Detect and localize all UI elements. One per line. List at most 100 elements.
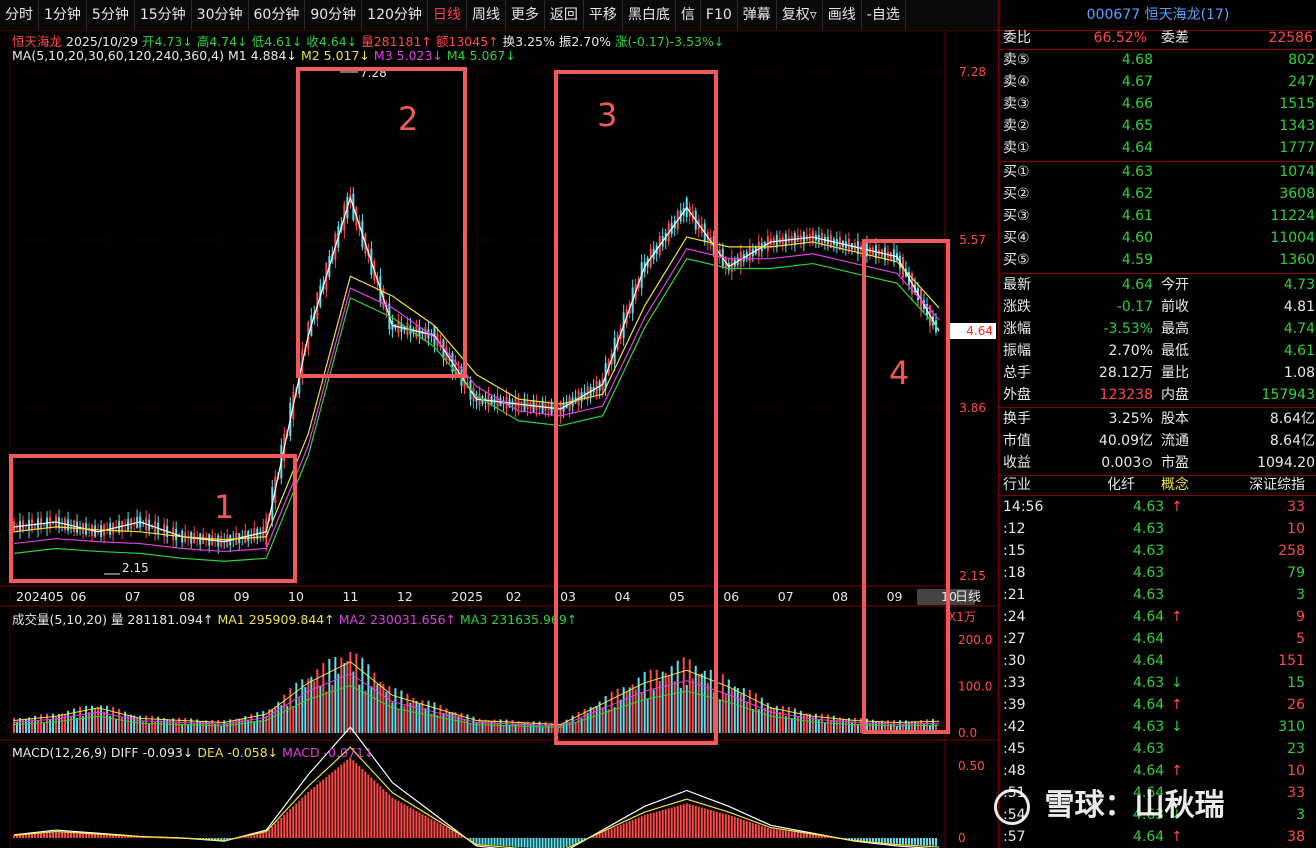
macd-bar bbox=[73, 833, 76, 838]
concept-label[interactable]: 概念 bbox=[1161, 474, 1189, 496]
volume-bar bbox=[163, 717, 166, 733]
toolbar-btn-8[interactable]: 日线 bbox=[428, 0, 467, 30]
macd-bar bbox=[907, 838, 910, 845]
sell-row: 卖① 4.64 1777 bbox=[999, 137, 1316, 159]
macd-bar bbox=[499, 838, 502, 846]
macd-bar bbox=[610, 828, 613, 838]
volume-bar bbox=[322, 663, 325, 733]
toolbar-btn-0[interactable]: 分时 bbox=[0, 0, 39, 30]
macd-bar bbox=[775, 829, 778, 838]
macd-bar bbox=[679, 805, 682, 838]
stat2-value: 8.64亿 bbox=[1269, 411, 1315, 427]
macd-bar bbox=[601, 832, 604, 838]
macd-bar bbox=[565, 838, 568, 848]
toolbar-btn-13[interactable]: 黑白底 bbox=[623, 0, 676, 30]
macd-bar bbox=[880, 838, 883, 843]
volume-bar bbox=[541, 726, 544, 733]
macd-bar bbox=[802, 833, 805, 838]
toolbar-btn-10[interactable]: 更多 bbox=[506, 0, 545, 30]
toolbar-btn-14[interactable]: 信 bbox=[676, 0, 701, 30]
toolbar-btn-7[interactable]: 120分钟 bbox=[362, 0, 428, 30]
sell-volume: 247 bbox=[1288, 74, 1315, 90]
buy-row: 买② 4.62 3608 bbox=[999, 183, 1316, 205]
toolbar-btn-17[interactable]: 复权▿ bbox=[777, 0, 823, 30]
toolbar-btn-18[interactable]: 画线 bbox=[823, 0, 862, 30]
toolbar-btn-9[interactable]: 周线 bbox=[467, 0, 506, 30]
kline-turnover: 换3.25% bbox=[502, 34, 555, 49]
toolbar-btn-19[interactable]: -自选 bbox=[862, 0, 906, 30]
toolbar-btn-6[interactable]: 90分钟 bbox=[305, 0, 363, 30]
macd-bar bbox=[364, 771, 367, 838]
macd-bar bbox=[358, 766, 361, 838]
kline-chart[interactable]: 7.285.573.862.157.282.154.64202405 06 07 08… bbox=[0, 0, 998, 848]
ma-info-line: MA(5,10,20,30,60,120,240,360,4) M1 4.884… bbox=[12, 48, 516, 63]
volume-bar bbox=[307, 678, 310, 733]
current-price-label: 4.64 bbox=[966, 324, 993, 338]
toolbar-btn-5[interactable]: 60分钟 bbox=[249, 0, 306, 30]
volume-axis-label: 200.0 bbox=[958, 633, 992, 647]
date-axis-label: 06 bbox=[723, 589, 739, 604]
industry-value[interactable]: 化纤 bbox=[1107, 474, 1135, 496]
macd-bar bbox=[286, 812, 289, 838]
ma-m1: M1 4.884↓ bbox=[227, 48, 297, 63]
macd-bar bbox=[91, 834, 94, 838]
toolbar-btn-2[interactable]: 5分钟 bbox=[87, 0, 135, 30]
macd-bar bbox=[751, 822, 754, 838]
toolbar-btn-11[interactable]: 返回 bbox=[545, 0, 584, 30]
volume-bar bbox=[763, 707, 766, 733]
macd-bar bbox=[442, 825, 445, 838]
stock-name: 恒天海龙 bbox=[12, 34, 63, 49]
macd-bar bbox=[451, 830, 454, 838]
tick-row: :27 4.64 5 bbox=[999, 628, 1316, 650]
buy-price: 4.63 bbox=[1121, 164, 1153, 180]
volume-bar bbox=[220, 725, 223, 733]
macd-bar bbox=[265, 832, 268, 838]
macd-bar bbox=[874, 838, 877, 843]
toolbar-btn-16[interactable]: 弹幕 bbox=[738, 0, 777, 30]
volume-bar bbox=[97, 707, 100, 733]
tick-volume: 33 bbox=[1287, 785, 1305, 801]
macd-bar bbox=[706, 809, 709, 838]
macd-bar bbox=[817, 835, 820, 838]
tick-row: :39 4.64 ↑ 26 bbox=[999, 694, 1316, 716]
macd-bar bbox=[703, 808, 706, 838]
stat-label: 总手 bbox=[1003, 365, 1031, 381]
toolbar-btn-3[interactable]: 15分钟 bbox=[135, 0, 192, 30]
macd-bar bbox=[34, 833, 37, 838]
volume-bar bbox=[724, 694, 727, 733]
sell-label: 卖② bbox=[1003, 118, 1030, 134]
volume-bar bbox=[748, 689, 751, 733]
sell-price: 4.67 bbox=[1121, 74, 1153, 90]
concept-value[interactable]: 深证综指 bbox=[1249, 474, 1305, 496]
toolbar-btn-1[interactable]: 1分钟 bbox=[39, 0, 87, 30]
macd-bar bbox=[574, 838, 577, 844]
macd-bar bbox=[868, 838, 871, 842]
volume-bar bbox=[256, 712, 259, 733]
tick-time: :30 bbox=[1003, 653, 1026, 669]
tick-price: 4.64 bbox=[1133, 829, 1165, 845]
stat2-value: 40.09亿 bbox=[1098, 433, 1153, 449]
macd-bar bbox=[559, 838, 562, 848]
volume-bar bbox=[349, 651, 352, 733]
tick-price: 4.63 bbox=[1133, 565, 1165, 581]
volume-axis-label: 0.0 bbox=[958, 726, 977, 740]
macd-bar bbox=[688, 804, 691, 838]
macd-axis-label: 0 bbox=[958, 831, 966, 845]
date-axis-label: 08 bbox=[832, 589, 848, 604]
macd-bar bbox=[277, 820, 280, 838]
toolbar-btn-12[interactable]: 平移 bbox=[584, 0, 623, 30]
period-toolbar: 分时 1分钟 5分钟 15分钟 30分钟 60分钟 90分钟 120分钟 日线 周线 更多 返回 平移黑… bbox=[0, 0, 998, 31]
volume-bar bbox=[421, 700, 424, 733]
macd-bar bbox=[418, 812, 421, 838]
macd-bar bbox=[289, 809, 292, 838]
stat-row: 外盘 123238 内盘 157943 bbox=[999, 384, 1316, 406]
toolbar-btn-15[interactable]: F10 bbox=[701, 0, 738, 30]
macd-bar bbox=[808, 834, 811, 838]
macd-bar bbox=[535, 838, 538, 848]
tick-time: :15 bbox=[1003, 543, 1026, 559]
date-axis-label: 08 bbox=[179, 589, 195, 604]
macd-bar bbox=[475, 838, 478, 844]
toolbar-btn-4[interactable]: 30分钟 bbox=[192, 0, 249, 30]
price-axis-label: 3.86 bbox=[959, 401, 986, 415]
tick-time: :57 bbox=[1003, 829, 1026, 845]
